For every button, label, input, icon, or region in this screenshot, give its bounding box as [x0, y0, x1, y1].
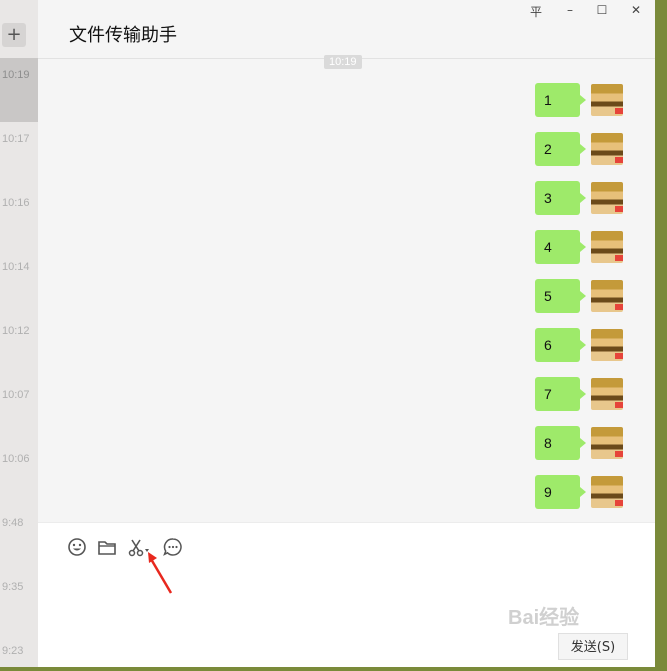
message-bubble[interactable]: 9 — [535, 475, 586, 509]
message-area: 10:19 1 2 3 4 5 6 7 8 9 — [38, 55, 655, 522]
chat-list-item[interactable]: 10:06 — [0, 442, 38, 506]
message-row: 7 — [535, 377, 655, 411]
message-row: 3 — [535, 181, 655, 215]
message-bubble[interactable]: 1 — [535, 83, 586, 117]
message-bubble[interactable]: 7 — [535, 377, 586, 411]
chat-list-item[interactable]: 9:23 — [0, 634, 38, 667]
message-bubble[interactable]: 4 — [535, 230, 586, 264]
chat-list-item[interactable]: 10:07 — [0, 378, 38, 442]
message-row: 5 — [535, 279, 655, 313]
message-row: 1 — [535, 83, 655, 117]
chat-list-item[interactable]: 10:12 — [0, 314, 38, 378]
send-button[interactable]: 发送(S) — [558, 633, 628, 660]
chat-list-item[interactable]: 10:19 — [0, 58, 38, 122]
message-bubble[interactable]: 8 — [535, 426, 586, 460]
message-row: 8 — [535, 426, 655, 460]
close-button[interactable]: ✕ — [628, 3, 644, 17]
chat-title: 文件传输助手 — [69, 25, 177, 46]
folder-icon[interactable] — [96, 536, 118, 558]
smiley-icon[interactable] — [66, 536, 88, 558]
avatar[interactable] — [591, 133, 623, 165]
wechat-window: + 10:19 10:17 10:16 10:14 10:12 10:07 10… — [0, 0, 655, 667]
chat-list-item[interactable]: 10:17 — [0, 122, 38, 186]
chat-list-item[interactable]: 10:14 — [0, 250, 38, 314]
avatar[interactable] — [591, 329, 623, 361]
avatar[interactable] — [591, 476, 623, 508]
message-row: 6 — [535, 328, 655, 362]
chat-list-item[interactable]: 10:16 — [0, 186, 38, 250]
message-row: 2 — [535, 132, 655, 166]
avatar[interactable] — [591, 427, 623, 459]
chat-list-item[interactable]: 9:48 — [0, 506, 38, 570]
message-bubble[interactable]: 3 — [535, 181, 586, 215]
message-bubble[interactable]: 2 — [535, 132, 586, 166]
avatar[interactable] — [591, 84, 623, 116]
input-area[interactable]: Bai经验 发送(S) — [38, 522, 655, 667]
maximize-button[interactable]: ☐ — [594, 3, 610, 17]
chat-list-item[interactable]: 9:35 — [0, 570, 38, 634]
message-bubble[interactable]: 6 — [535, 328, 586, 362]
add-chat-button[interactable]: + — [2, 23, 26, 47]
watermark: Bai经验 — [508, 607, 580, 629]
minimize-button[interactable]: – — [562, 3, 578, 17]
annotation-arrow-icon — [148, 552, 173, 594]
avatar[interactable] — [591, 280, 623, 312]
chat-list-sidebar: + 10:19 10:17 10:16 10:14 10:12 10:07 10… — [0, 0, 38, 667]
avatar[interactable] — [591, 182, 623, 214]
message-row: 9 — [535, 475, 655, 509]
chat-header: 文件传输助手 平 – ☐ ✕ — [38, 0, 655, 59]
message-row: 4 — [535, 230, 655, 264]
time-stamp: 10:19 — [324, 55, 362, 69]
avatar[interactable] — [591, 231, 623, 263]
message-bubble[interactable]: 5 — [535, 279, 586, 313]
pin-button[interactable]: 平 — [528, 3, 544, 20]
avatar[interactable] — [591, 378, 623, 410]
